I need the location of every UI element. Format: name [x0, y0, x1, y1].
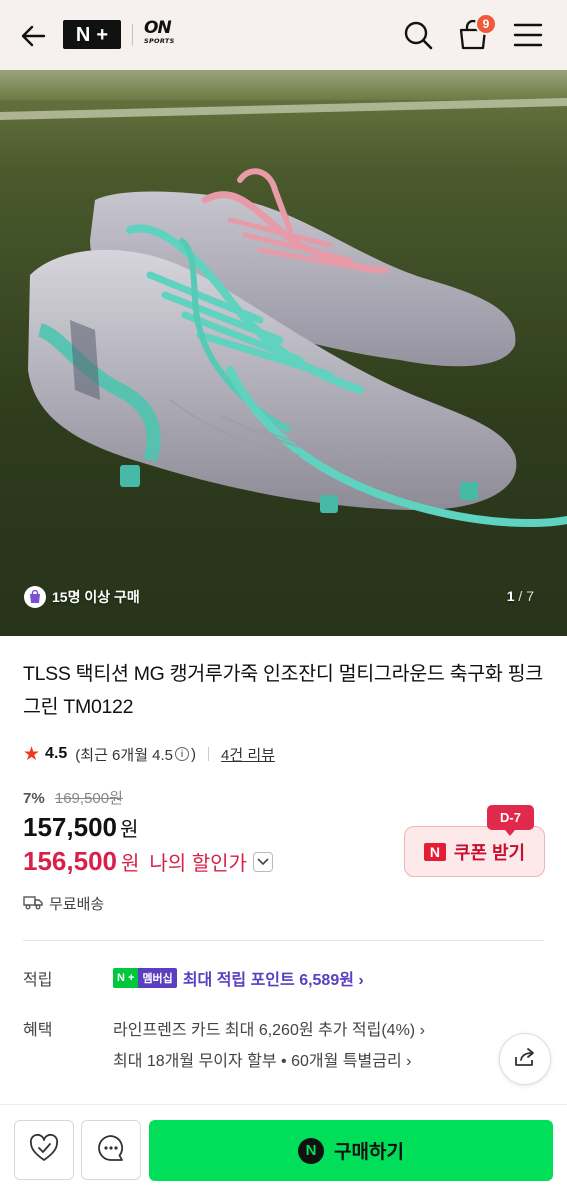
- truck-icon: [23, 894, 43, 914]
- naver-pay-icon: N: [298, 1137, 325, 1164]
- pager-total: / 7: [518, 588, 534, 604]
- star-icon: ★: [23, 743, 41, 765]
- review-count-link[interactable]: 4건 리뷰: [221, 744, 275, 765]
- nplus-logo[interactable]: N +: [63, 20, 121, 49]
- info-icon[interactable]: i: [175, 747, 190, 761]
- product-photo: [0, 70, 567, 636]
- buy-now-button[interactable]: N 구매하기: [149, 1120, 553, 1181]
- on-sports-logo[interactable]: ON SPORTS: [144, 20, 180, 50]
- max-points-link[interactable]: 최대 적립 포인트 6,589원 ›: [183, 966, 364, 990]
- product-title: TLSS 택티션 MG 캥거루가죽 인조잔디 멀티그라운드 축구화 핑크 그린 …: [23, 663, 543, 718]
- top-header: N + ON SPORTS 9: [0, 0, 567, 70]
- talk-inquiry-button[interactable]: [81, 1120, 141, 1180]
- my-discount-price[interactable]: 156,500 원 나의 할인가: [23, 846, 273, 877]
- buy-now-label: 구매하기: [334, 1142, 404, 1163]
- coupon-label: 쿠폰 받기: [453, 842, 526, 863]
- chat-bubble-icon: [96, 1133, 126, 1168]
- wishlist-button[interactable]: [14, 1120, 74, 1180]
- buyers-count-badge: 15명 이상 구매: [24, 583, 140, 611]
- discount-percent: 7%: [23, 790, 45, 807]
- original-price-row: 7% 169,500원: [23, 787, 123, 808]
- benefit-label: 혜택: [23, 1022, 53, 1039]
- sale-price-unit: 원: [119, 819, 139, 841]
- my-price-label: 나의 할인가: [149, 853, 247, 875]
- rating-recent-prefix: (최근 6개월 4.5: [75, 746, 174, 764]
- share-button[interactable]: [499, 1033, 551, 1085]
- pager-current: 1: [506, 588, 515, 604]
- search-icon[interactable]: [402, 19, 434, 51]
- naver-n-icon: N: [423, 842, 446, 861]
- sale-price-amount: 157,500: [23, 812, 117, 842]
- rating-row: ★ 4.5 (최근 6개월 4.5 i ) 4건 리뷰: [23, 742, 275, 766]
- my-price-amount: 156,500: [23, 846, 117, 876]
- heart-check-icon: [28, 1133, 60, 1168]
- back-arrow-icon[interactable]: [18, 20, 50, 52]
- nplus-logo-plus: +: [96, 23, 109, 46]
- nplus-badge: N +: [113, 968, 139, 988]
- coupon-dday-badge: D-7: [487, 805, 534, 836]
- on-sports-logo-on: ON: [144, 18, 172, 38]
- rating-separator: [208, 747, 210, 761]
- section-divider: [23, 940, 544, 941]
- buyers-count-text: 15명 이상 구매: [52, 589, 140, 605]
- membership-badge: N + 멤버십: [113, 968, 177, 988]
- chevron-down-icon[interactable]: [252, 851, 273, 872]
- coupon-button[interactable]: N 쿠폰 받기: [404, 826, 545, 877]
- membership-text: 멤버십: [138, 968, 177, 988]
- installment-benefit-link[interactable]: 최대 18개월 무이자 할부 • 60개월 특별금리 ›: [113, 1047, 411, 1071]
- shipping-info: 무료배송: [23, 893, 104, 914]
- shipping-text: 무료배송: [49, 896, 105, 913]
- share-icon: [513, 1045, 537, 1074]
- header-divider: [132, 24, 133, 46]
- rating-score: 4.5: [45, 745, 68, 762]
- points-row[interactable]: N + 멤버십 최대 적립 포인트 6,589원 ›: [113, 966, 364, 990]
- my-price-unit: 원: [120, 853, 140, 875]
- image-pager: 1 / 7: [507, 588, 534, 604]
- product-image-carousel[interactable]: 15명 이상 구매 1 / 7: [0, 70, 567, 636]
- original-price: 169,500원: [54, 790, 123, 807]
- rating-recent-suffix: ): [191, 745, 197, 763]
- cart-count-badge: 9: [475, 13, 497, 35]
- on-sports-logo-sports: SPORTS: [144, 37, 175, 45]
- card-benefit-link[interactable]: 라인프렌즈 카드 최대 6,260원 추가 적립(4%) ›: [113, 1016, 425, 1040]
- hamburger-menu-icon[interactable]: [512, 21, 544, 49]
- nplus-logo-n: N: [75, 23, 91, 46]
- sale-price: 157,500 원: [23, 812, 138, 843]
- points-label: 적립: [23, 972, 53, 989]
- shopping-bag-icon: [24, 586, 46, 608]
